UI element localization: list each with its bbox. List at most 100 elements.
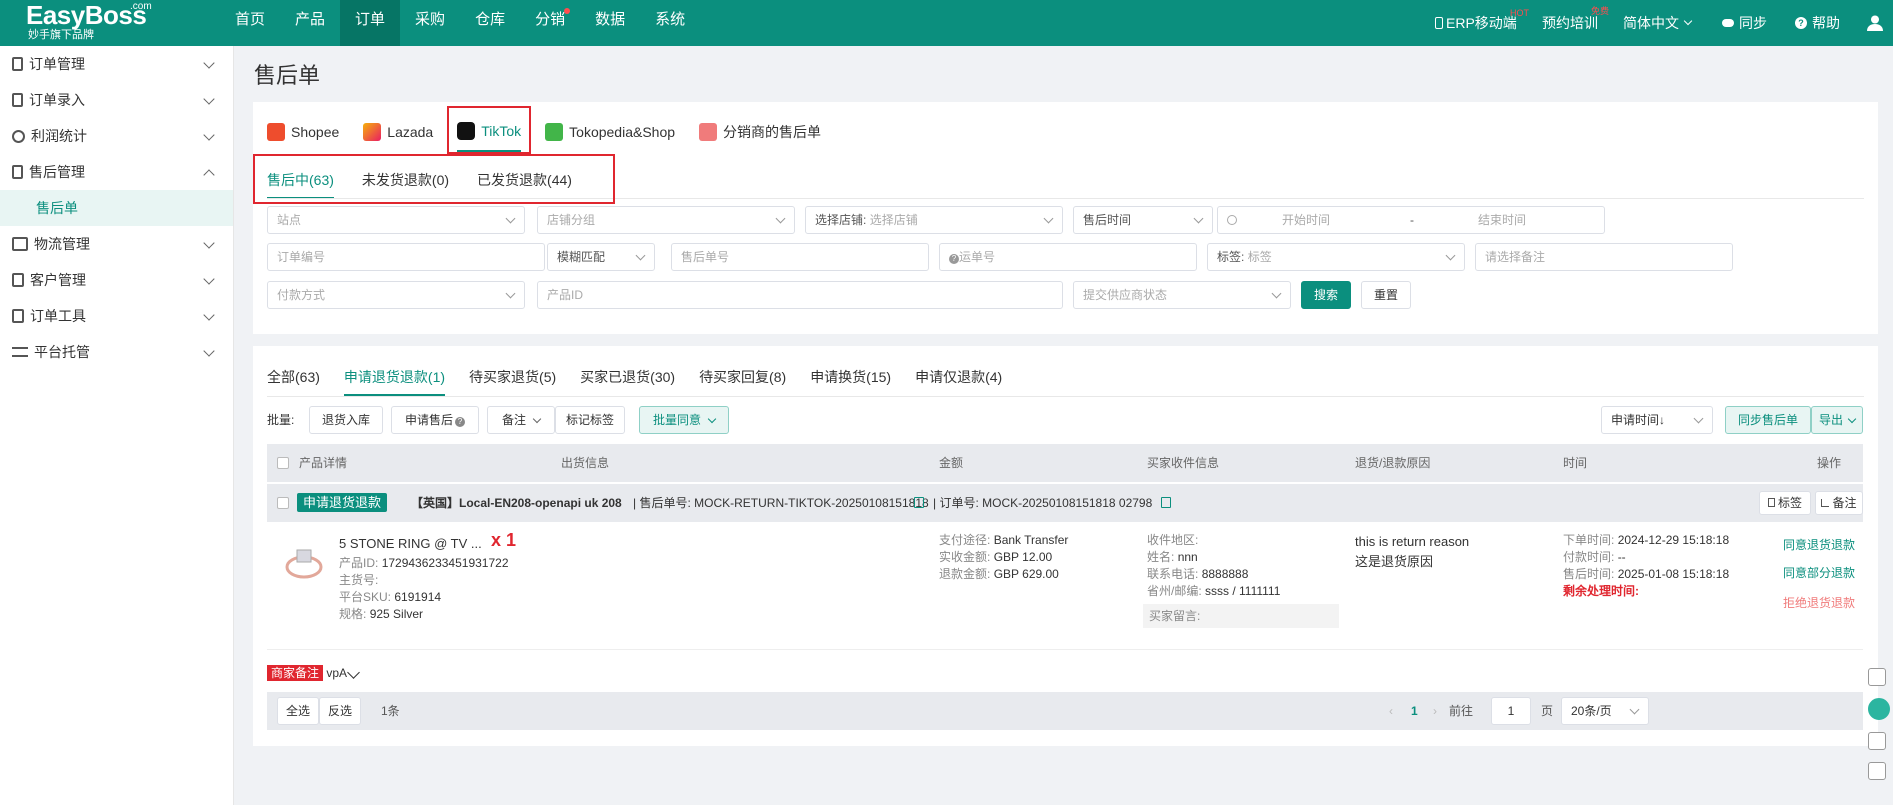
payment-method-select[interactable]: 付款方式 <box>267 281 525 309</box>
help-icon[interactable] <box>1868 732 1886 750</box>
erp-mobile-link[interactable]: ERP移动端 <box>1435 0 1517 46</box>
sync-button[interactable]: 同步 <box>1722 0 1767 46</box>
next-page-button[interactable]: › <box>1433 697 1437 725</box>
tab-await-buyer-reply[interactable]: 待买家回复(8) <box>699 360 786 396</box>
match-mode-label: 模糊匹配 <box>557 250 606 264</box>
user-avatar[interactable] <box>1866 0 1884 46</box>
tab-request-refund-only[interactable]: 申请仅退款(4) <box>915 360 1002 396</box>
select-all-checkbox[interactable] <box>277 457 289 469</box>
tab-buyer-returned[interactable]: 买家已退货(30) <box>580 360 675 396</box>
sidebar-item-customers[interactable]: 客户管理 <box>0 262 233 298</box>
shop-select[interactable]: 选择店铺: 选择店铺 <box>805 206 1063 234</box>
chevron-down-icon <box>203 93 215 105</box>
chevron-down-icon <box>203 345 215 357</box>
nav-order[interactable]: 订单 <box>340 0 401 46</box>
tab-await-buyer-return[interactable]: 待买家退货(5) <box>469 360 556 396</box>
approve-partial-refund-link[interactable]: 同意部分退款 <box>1783 564 1855 581</box>
order-checkbox[interactable] <box>277 497 289 509</box>
export-button[interactable]: 导出 <box>1811 406 1863 434</box>
nav-distribution[interactable]: 分销 <box>520 0 580 46</box>
sidebar-subitem-after-sales-orders[interactable]: 售后单 <box>0 190 233 226</box>
language-select[interactable]: 简体中文 <box>1623 0 1693 46</box>
tab-request-exchange[interactable]: 申请换货(15) <box>810 360 891 396</box>
nav-system[interactable]: 系统 <box>640 0 700 46</box>
platform-sku-value: 6191914 <box>394 590 442 604</box>
nav-warehouse[interactable]: 仓库 <box>460 0 520 46</box>
search-button[interactable]: 搜索 <box>1301 281 1351 309</box>
sidebar-item-after-sales[interactable]: 售后管理 <box>0 154 233 190</box>
return-warehouse-button[interactable]: 退货入库 <box>309 406 383 434</box>
help-button[interactable]: ? 帮助 <box>1795 0 1840 46</box>
after-sales-number-input[interactable]: 售后单号 <box>671 243 929 271</box>
tab-request-return-refund[interactable]: 申请退货退款(1) <box>343 360 446 396</box>
merchant-remark: 商家备注 vpA <box>267 664 360 681</box>
merchant-remark-label: 商家备注 <box>267 665 324 681</box>
paid-amount-value: GBP 12.00 <box>993 550 1053 564</box>
clock-icon <box>1227 215 1237 225</box>
copy-icon[interactable] <box>914 497 924 508</box>
training-link[interactable]: 预约培训 <box>1542 0 1598 46</box>
platform-shopee[interactable]: Shopee <box>267 112 339 152</box>
order-number-input[interactable]: 订单编号 <box>267 243 545 271</box>
site-select[interactable]: 站点 <box>267 206 525 234</box>
logo[interactable]: EasyBoss 妙手旗下品牌 .com <box>26 1 166 45</box>
platform-lazada[interactable]: Lazada <box>363 112 433 152</box>
remark-select[interactable]: 请选择备注 <box>1475 243 1733 271</box>
mark-tag-button[interactable]: 标记标签 <box>555 406 625 434</box>
select-all-button[interactable]: 全选 <box>277 697 319 725</box>
date-range-picker[interactable]: 开始时间 - 结束时间 <box>1217 206 1605 234</box>
remark-button[interactable]: 备注 <box>1815 491 1863 515</box>
batch-approve-button[interactable]: 批量同意 <box>639 406 729 434</box>
sidebar-item-order-entry[interactable]: 订单录入 <box>0 82 233 118</box>
feedback-icon[interactable] <box>1868 762 1886 780</box>
mobile-icon <box>1435 17 1443 29</box>
reset-button[interactable]: 重置 <box>1361 281 1411 309</box>
copy-icon[interactable] <box>1161 497 1171 508</box>
phone-label: 联系电话: <box>1147 567 1199 581</box>
customer-service-icon[interactable] <box>1868 698 1890 720</box>
shop-placeholder: 选择店铺 <box>869 213 918 227</box>
nav-product[interactable]: 产品 <box>280 0 340 46</box>
prev-page-button[interactable]: ‹ <box>1389 697 1393 725</box>
supplier-status-select[interactable]: 提交供应商状态 <box>1073 281 1291 309</box>
sync-after-sales-button[interactable]: 同步售后单 <box>1725 406 1811 434</box>
sidebar-item-order-tools[interactable]: 订单工具 <box>0 298 233 334</box>
platform-distributor[interactable]: 分销商的售后单 <box>699 112 821 152</box>
tracking-number-input[interactable]: ? 运单号 <box>939 243 1197 271</box>
product-id-input[interactable]: 产品ID <box>537 281 1063 309</box>
sidebar-item-logistics[interactable]: 物流管理 <box>0 226 233 262</box>
invert-selection-button[interactable]: 反选 <box>319 697 361 725</box>
ring-product-image[interactable] <box>281 542 327 582</box>
document-icon[interactable] <box>1868 668 1886 686</box>
nav-home[interactable]: 首页 <box>220 0 280 46</box>
sidebar-item-platform-hosting[interactable]: 平台托管 <box>0 334 233 370</box>
platform-tokopedia[interactable]: Tokopedia&Shop <box>545 112 675 152</box>
tag-select[interactable]: 标签: 标签 <box>1207 243 1465 271</box>
shop-group-select[interactable]: 店铺分组 <box>537 206 795 234</box>
column-header: 退货/退款原因 <box>1355 456 1431 470</box>
sidebar-item-profit[interactable]: 利润统计 <box>0 118 233 154</box>
sort-select[interactable]: 申请时间↓ <box>1601 406 1713 434</box>
product-name[interactable]: 5 STONE RING @ TV ... <box>339 536 482 551</box>
page-input[interactable]: 1 <box>1491 697 1531 725</box>
reject-return-refund-link[interactable]: 拒绝退货退款 <box>1783 594 1855 611</box>
match-mode-select[interactable]: 模糊匹配 <box>547 243 655 271</box>
erp-mobile-label: ERP移动端 <box>1446 15 1517 31</box>
tab-all[interactable]: 全部(63) <box>267 360 320 396</box>
approve-return-refund-link[interactable]: 同意退货退款 <box>1783 536 1855 553</box>
edit-icon[interactable] <box>347 666 360 679</box>
sidebar-item-order-management[interactable]: 订单管理 <box>0 46 233 82</box>
chevron-down-icon <box>203 273 215 285</box>
page-size-select[interactable]: 20条/页 <box>1561 697 1649 725</box>
apply-after-sales-button[interactable]: 申请售后? <box>391 406 479 434</box>
nav-purchase[interactable]: 采购 <box>400 0 460 46</box>
floating-toolbar <box>1868 668 1890 792</box>
time-type-select[interactable]: 售后时间 <box>1073 206 1213 234</box>
remark-dropdown-button[interactable]: 备注 <box>487 406 555 434</box>
question-icon: ? <box>455 417 465 427</box>
tag-button[interactable]: 标签 <box>1759 491 1811 515</box>
page-number[interactable]: 1 <box>1411 697 1418 725</box>
table-footer: 全选 反选 1条 ‹ 1 › 前往 1 页 20条/页 <box>267 692 1863 730</box>
nav-data[interactable]: 数据 <box>580 0 640 46</box>
payment-method-value: Bank Transfer <box>993 533 1069 547</box>
